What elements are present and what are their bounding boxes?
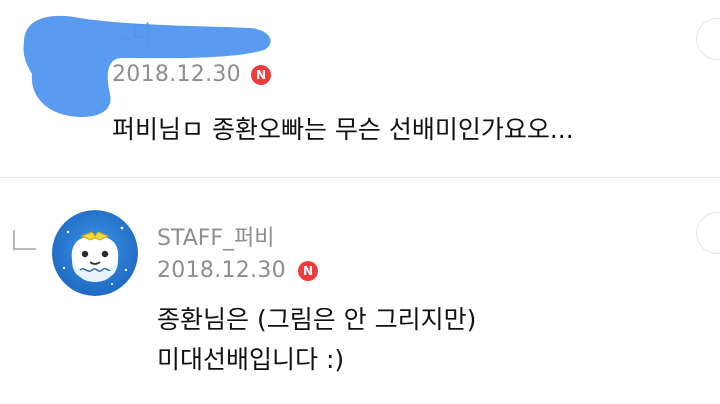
more-button-icon[interactable] (696, 18, 720, 60)
staff-avatar-icon[interactable] (52, 210, 138, 296)
comment-text: 퍼비님ㅁ 종환오빠는 무슨 선배미인가요오... (112, 115, 574, 144)
reply-item: STAFF_퍼비 2018.12.30 N 종환님은 (그림은 안 그리지만) … (0, 178, 720, 404)
more-button-icon[interactable] (696, 212, 720, 254)
reply-text-line-2: 미대선배입니다 :) (157, 345, 345, 374)
reply-text-line-1: 종환님은 (그림은 안 그리지만) (157, 305, 477, 334)
reply-text: 종환님은 (그림은 안 그리지만) 미대선배입니다 :) (157, 300, 476, 380)
reply-arrow-icon (13, 230, 36, 250)
reply-date: 2018.12.30 (157, 258, 286, 283)
new-badge-icon: N (251, 65, 271, 85)
comment-date: 2018.12.30 (112, 62, 241, 87)
new-badge-icon: N (298, 261, 318, 281)
reply-author-name[interactable]: STAFF_퍼비 (157, 220, 275, 252)
comment-item: …다 2018.12.30 N 퍼비님ㅁ 종환오빠는 무슨 선배미인가요오... (0, 0, 720, 177)
